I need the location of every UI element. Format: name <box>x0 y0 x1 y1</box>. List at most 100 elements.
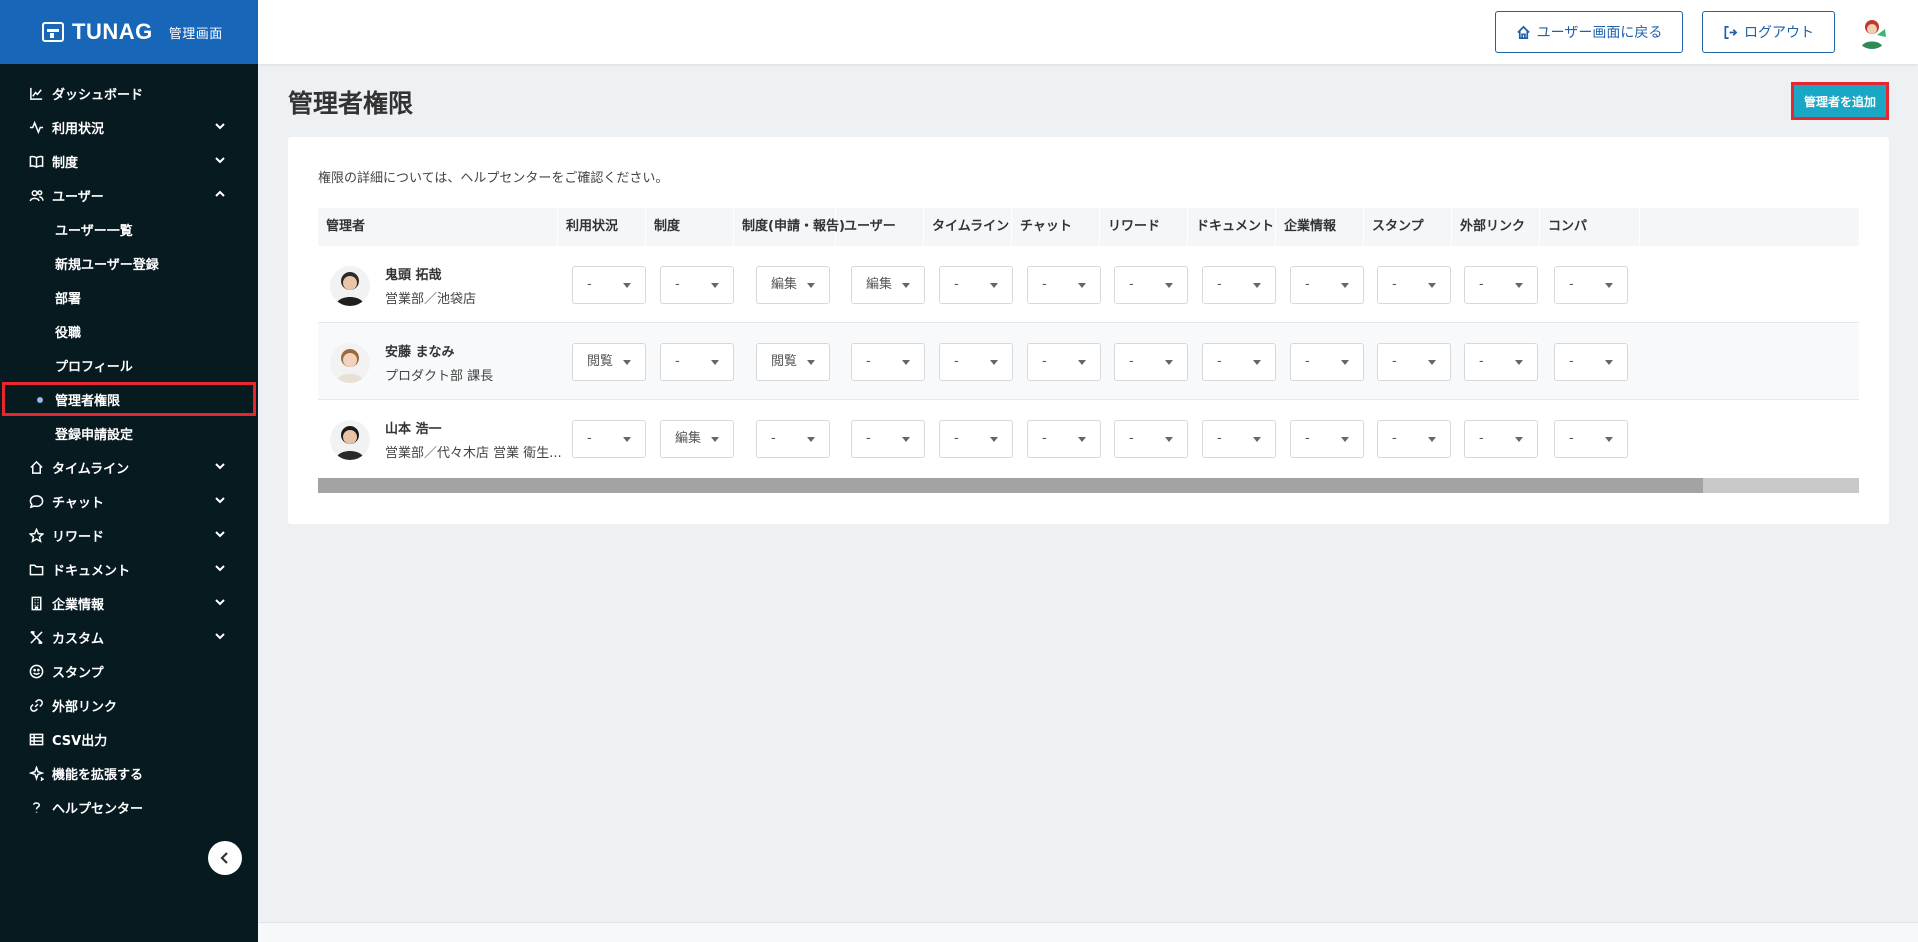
user-department: 営業部／代々木店 営業 衛生... <box>385 446 562 461</box>
permission-select[interactable]: - <box>660 343 734 381</box>
permission-select[interactable]: 編集 <box>660 420 734 458</box>
sidebar-subitem-label: 登録申請設定 <box>55 427 134 443</box>
permission-select[interactable]: 編集 <box>756 266 830 304</box>
sidebar-item[interactable]: ダッシュボード <box>0 76 258 110</box>
column-header: ドキュメント <box>1188 208 1276 246</box>
sidebar-item[interactable]: ヘルプセンター <box>0 790 258 824</box>
permission-select[interactable]: - <box>572 266 646 304</box>
column-header: チャット <box>1012 208 1100 246</box>
sidebar-item[interactable]: チャット <box>0 484 258 518</box>
permission-select[interactable]: - <box>1027 343 1101 381</box>
permission-select[interactable]: - <box>1114 343 1188 381</box>
sidebar-subitem[interactable]: 役職 <box>0 314 258 348</box>
user-avatar <box>330 265 370 306</box>
chevron-down-icon <box>214 460 228 474</box>
chevron-down-icon <box>214 494 228 508</box>
admin-user-cell[interactable]: 安藤 まなみ プロダクト部 課長 <box>330 341 493 384</box>
sidebar-item[interactable]: CSV出力 <box>0 722 258 756</box>
sidebar-subitem[interactable]: プロフィール <box>0 348 258 382</box>
permission-select[interactable]: - <box>1554 343 1628 381</box>
permission-select[interactable]: - <box>939 343 1013 381</box>
logout-button[interactable]: ログアウト <box>1702 11 1835 53</box>
sidebar-subitem[interactable]: 部署 <box>0 280 258 314</box>
permission-select[interactable]: - <box>1464 266 1538 304</box>
user-avatar-icon <box>330 265 370 306</box>
user-name: 安藤 まなみ <box>385 345 455 360</box>
permission-select[interactable]: - <box>1202 343 1276 381</box>
sidebar-item[interactable]: 外部リンク <box>0 688 258 722</box>
permission-select[interactable]: - <box>756 420 830 458</box>
sidebar-item[interactable]: 制度 <box>0 144 258 178</box>
permission-select[interactable]: - <box>1290 420 1364 458</box>
permission-select[interactable]: - <box>1027 420 1101 458</box>
permission-select[interactable]: - <box>1464 420 1538 458</box>
sidebar-item[interactable]: ユーザー <box>0 178 258 212</box>
permission-select[interactable]: - <box>1554 420 1628 458</box>
permission-select[interactable]: - <box>1202 420 1276 458</box>
permission-select[interactable]: - <box>1114 266 1188 304</box>
permission-select-value: - <box>1479 354 1484 369</box>
permission-select-value: - <box>866 431 871 446</box>
permission-select[interactable]: - <box>939 266 1013 304</box>
permission-select[interactable]: 編集 <box>851 266 925 304</box>
permission-select-value: - <box>1305 354 1310 369</box>
sidebar-item[interactable]: カスタム <box>0 620 258 654</box>
permission-select[interactable]: - <box>1554 266 1628 304</box>
user-info: 安藤 まなみ プロダクト部 課長 <box>385 341 493 384</box>
permission-select[interactable]: - <box>939 420 1013 458</box>
horizontal-scrollbar[interactable] <box>318 478 1859 493</box>
sidebar-item[interactable]: 機能を拡張する <box>0 756 258 790</box>
permission-select[interactable]: - <box>1114 420 1188 458</box>
brand-header[interactable]: TUNAG 管理画面 <box>0 0 258 64</box>
my-avatar[interactable] <box>1855 15 1889 49</box>
permission-select[interactable]: - <box>1290 343 1364 381</box>
chevron-down-icon <box>214 120 228 134</box>
permission-select-value: - <box>954 277 959 292</box>
sidebar-item[interactable]: 企業情報 <box>0 586 258 620</box>
permission-select[interactable]: - <box>1377 343 1451 381</box>
sparkle-icon <box>28 765 44 781</box>
permission-select-value: 閲覧 <box>771 354 798 369</box>
permission-select[interactable]: - <box>572 420 646 458</box>
sidebar-item[interactable]: スタンプ <box>0 654 258 688</box>
permission-select[interactable]: - <box>1377 266 1451 304</box>
user-info: 鬼頭 拓哉 営業部／池袋店 <box>385 264 476 307</box>
sidebar-collapse-button[interactable] <box>208 841 242 875</box>
chart-line-icon <box>28 85 44 101</box>
permission-select[interactable]: - <box>1290 266 1364 304</box>
sidebar-subitem[interactable]: ユーザー一覧 <box>0 212 258 246</box>
chevron-down-icon <box>214 596 228 610</box>
permission-select[interactable]: - <box>1027 266 1101 304</box>
sidebar-item[interactable]: リワード <box>0 518 258 552</box>
sidebar-subitem[interactable]: 新規ユーザー登録 <box>0 246 258 280</box>
permission-select[interactable]: - <box>1202 266 1276 304</box>
admin-user-cell[interactable]: 鬼頭 拓哉 営業部／池袋店 <box>330 264 476 307</box>
permission-select[interactable]: 閲覧 <box>756 343 830 381</box>
permission-select-value: - <box>1129 354 1134 369</box>
permission-select[interactable]: - <box>851 343 925 381</box>
sidebar-subitem-label: 管理者権限 <box>55 393 121 409</box>
sidebar-item[interactable]: 利用状況 <box>0 110 258 144</box>
back-to-user-screen-button[interactable]: ユーザー画面に戻る <box>1495 11 1683 53</box>
home-icon <box>28 459 44 475</box>
table-row: 安藤 まなみ プロダクト部 課長 閲覧 - 閲覧 - - - - - - - - - <box>318 323 1859 400</box>
help-text: 権限の詳細については、ヘルプセンターをご確認ください。 <box>318 171 669 186</box>
permission-select[interactable]: - <box>1464 343 1538 381</box>
permission-select[interactable]: - <box>851 420 925 458</box>
chevron-down-icon <box>214 528 228 542</box>
permission-select-value: - <box>1217 431 1222 446</box>
brand-subtitle: 管理画面 <box>168 25 223 41</box>
sidebar-item[interactable]: タイムライン <box>0 450 258 484</box>
permission-select-value: - <box>1479 431 1484 446</box>
add-admin-button[interactable]: 管理者を追加 <box>1791 82 1889 120</box>
permission-select[interactable]: 閲覧 <box>572 343 646 381</box>
permission-select[interactable]: - <box>1377 420 1451 458</box>
sidebar-item-label: ユーザー <box>52 189 104 205</box>
permission-select-value: - <box>771 431 776 446</box>
sidebar-subitem[interactable]: 登録申請設定 <box>0 416 258 450</box>
sidebar-item[interactable]: ドキュメント <box>0 552 258 586</box>
sidebar-subitem-active[interactable]: 管理者権限 <box>2 382 256 416</box>
permission-select[interactable]: - <box>660 266 734 304</box>
admin-user-cell[interactable]: 山本 浩一 営業部／代々木店 営業 衛生... <box>330 418 562 461</box>
scrollbar-thumb[interactable] <box>318 478 1703 493</box>
